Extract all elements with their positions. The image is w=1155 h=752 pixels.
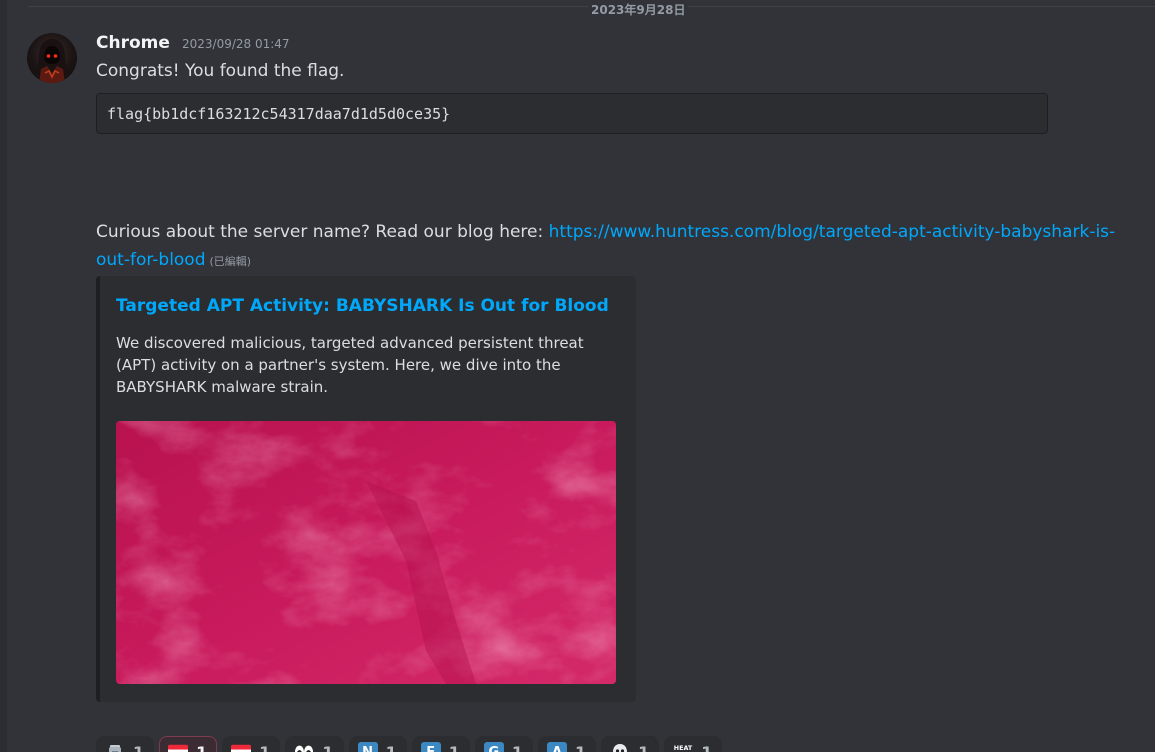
reaction-button[interactable]: 1 <box>222 736 281 752</box>
reaction-count: 1 <box>701 742 713 752</box>
embed-image[interactable] <box>116 421 616 684</box>
reaction-count: 1 <box>196 742 208 752</box>
message-header: Chrome 2023/09/28 01:47 <box>96 33 290 55</box>
edited-indicator: (已編輯) <box>209 255 252 268</box>
embed-title-link[interactable]: Targeted APT Activity: BABYSHARK Is Out … <box>116 296 609 316</box>
username[interactable]: Chrome <box>96 33 170 53</box>
regional-indicator-g-icon: G <box>483 742 504 752</box>
reaction-count: 1 <box>322 742 334 752</box>
reaction-count: 1 <box>385 742 397 752</box>
date-divider: 2023年9月28日 <box>28 3 1155 17</box>
ghost-icon <box>610 742 630 752</box>
reaction-count: 1 <box>448 742 460 752</box>
reaction-count: 1 <box>574 742 587 752</box>
embed-description: We discovered malicious, targeted advanc… <box>116 334 584 396</box>
reaction-button[interactable]: N1 <box>348 736 407 752</box>
message-timestamp[interactable]: 2023/09/28 01:47 <box>182 37 290 51</box>
date-divider-label: 2023年9月28日 <box>588 3 689 17</box>
reaction-button[interactable]: 1 <box>159 736 218 752</box>
reaction-count: 1 <box>259 742 271 752</box>
reaction-count: 1 <box>638 742 650 752</box>
reaction-button[interactable]: G1 <box>474 736 533 752</box>
jar-icon <box>105 742 125 752</box>
reaction-button[interactable]: 1 <box>96 736 155 752</box>
code-block: flag{bb1dcf163212c54317daa7d1d5d0ce35} <box>96 93 1048 134</box>
discord-chat-view: 2023年9月28日 Chrome 2023/09/28 01:47 Congr… <box>0 0 1155 752</box>
link-embed: Targeted APT Activity: BABYSHARK Is Out … <box>96 276 636 702</box>
reaction-button[interactable]: A1 <box>537 736 597 752</box>
reaction-button[interactable]: 1 <box>285 736 344 752</box>
avatar[interactable] <box>27 33 77 83</box>
regional-indicator-n-icon: N <box>357 742 378 752</box>
eyes-icon <box>294 742 314 752</box>
regional-indicator-a-icon: A <box>546 742 567 752</box>
message-text-link-line: Curious about the server name? Read our … <box>96 218 1136 276</box>
message-text: Curious about the server name? Read our … <box>96 222 549 242</box>
channel-scrollbar-edge <box>0 0 7 752</box>
heat-gang-icon: HEATGANG <box>673 742 693 752</box>
message-text: Congrats! You found the flag. <box>96 61 345 81</box>
reaction-button[interactable]: E1 <box>411 736 470 752</box>
reaction-button[interactable]: HEATGANG 1 <box>664 736 723 752</box>
reaction-count: 1 <box>511 742 523 752</box>
austria-flag-icon <box>231 742 252 752</box>
reaction-count: 1 <box>133 742 145 752</box>
svg-text:HEAT: HEAT <box>674 745 693 752</box>
regional-indicator-e-icon: E <box>420 742 441 752</box>
reactions-bar: 1111N1E1G1A11HEATGANG1 <box>96 736 723 752</box>
embed-image-map-texture <box>116 421 616 684</box>
reaction-button[interactable]: 1 <box>601 736 660 752</box>
avatar-hooded-figure-icon <box>35 39 69 83</box>
austria-flag-icon <box>168 742 189 752</box>
